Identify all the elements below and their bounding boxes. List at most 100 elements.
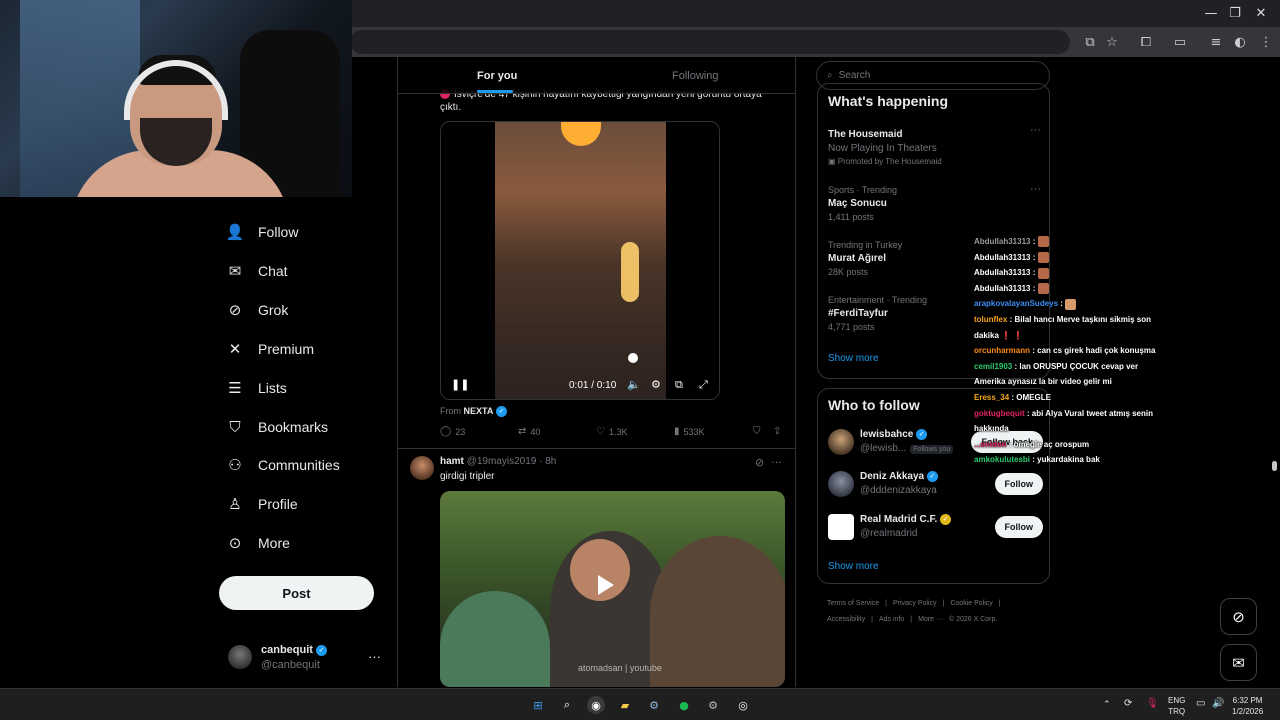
bookmark-button[interactable]: ⛉ <box>753 426 761 437</box>
like-button[interactable]: ♡ 1.3K <box>596 426 627 437</box>
fullscreen-icon[interactable]: ⤢ <box>699 378 708 392</box>
play-icon[interactable] <box>598 575 614 595</box>
trend-more-icon[interactable]: ··· <box>1030 124 1041 136</box>
show-more-link[interactable]: Show more <box>828 353 879 364</box>
reply-button[interactable]: ◯ 23 <box>440 426 465 437</box>
verified-badge-icon: ✓ <box>916 429 928 440</box>
tweet-time[interactable]: · 8h <box>539 456 556 467</box>
who-to-follow-title: Who to follow <box>828 397 920 413</box>
page-scrollbar[interactable] <box>1268 57 1280 688</box>
volume-slider-knob[interactable] <box>628 353 638 363</box>
account-more-icon[interactable]: ··· <box>368 649 381 664</box>
avatar[interactable] <box>410 456 434 480</box>
messages-floating-button[interactable]: ✉ <box>1220 644 1257 681</box>
nav-premium-label: Premium <box>258 341 315 357</box>
nav-grok-label: Grok <box>258 302 289 318</box>
clock[interactable]: 6:32 PM 1/2/2026 <box>1232 695 1263 717</box>
tweet-author-name[interactable]: hamt <box>440 456 464 467</box>
tweet-divider <box>398 448 795 449</box>
grok-floating-button[interactable]: ⊘ <box>1220 598 1257 635</box>
footer-privacy-link[interactable]: Privacy Policy <box>893 600 937 607</box>
footer-separator: | <box>910 616 913 623</box>
tray-chevron-icon[interactable]: ⌃ <box>1103 699 1111 710</box>
footer-more-link[interactable]: More ··· <box>918 616 943 623</box>
tab-for-you[interactable]: For you <box>477 57 517 94</box>
grok-icon: ⊘ <box>1232 607 1245 626</box>
video-person-right <box>650 536 785 687</box>
trend-item[interactable]: Sports · Trending Maç Sonucu 1,411 posts… <box>828 183 1043 222</box>
footer-terms-link[interactable]: Terms of Service <box>827 600 879 607</box>
screen-cast-icon[interactable]: ⧉ <box>1080 32 1100 52</box>
repost-button[interactable]: ⇄ 40 <box>518 426 540 437</box>
display-icon[interactable]: ▭ <box>1196 698 1205 709</box>
extensions-icon[interactable]: ⧠ <box>1136 32 1156 52</box>
nav-grok[interactable]: ⊘ Grok <box>226 296 289 324</box>
follow-button[interactable]: Follow <box>994 473 1043 495</box>
tab-following[interactable]: Following <box>672 57 718 94</box>
video-player[interactable]: ❚❚ 0:01 / 0:10 🔈 ⚙ ⧉ ⤢ <box>440 121 720 400</box>
pip-icon[interactable]: ⧉ <box>675 378 683 392</box>
x-logo-icon: ✕ <box>228 340 242 358</box>
reading-list-icon[interactable]: ≡ <box>1206 32 1226 52</box>
profile-icon[interactable]: ◐ <box>1230 32 1250 52</box>
language-indicator[interactable]: ENG TRQ <box>1168 695 1185 717</box>
nav-bookmarks[interactable]: ⛉ Bookmarks <box>226 413 328 441</box>
trend-item[interactable]: The Housemaid Now Playing In Theaters ▣ … <box>828 124 1043 166</box>
from-prefix: From <box>440 406 461 416</box>
add-person-icon: 👤 <box>225 223 245 241</box>
volume-icon[interactable]: 🔊 <box>1212 698 1224 709</box>
windows-icon[interactable]: ⊞ <box>529 696 547 714</box>
verified-gold-badge-icon: ✓ <box>940 514 952 525</box>
nav-communities[interactable]: ⚇ Communities <box>226 451 339 479</box>
chrome-icon[interactable]: ◉ <box>587 696 605 714</box>
more-icon[interactable]: ··· <box>771 456 782 469</box>
scrollbar-thumb[interactable] <box>1272 461 1277 471</box>
pause-icon[interactable]: ❚❚ <box>451 378 469 391</box>
post-button[interactable]: Post <box>219 576 374 610</box>
nav-profile[interactable]: ♙ Profile <box>226 490 297 518</box>
volume-icon[interactable]: 🔈 <box>627 378 641 391</box>
emote-icon <box>1065 298 1077 310</box>
network-sync-icon[interactable]: ⟳ <box>1124 698 1132 709</box>
suggestion-name-text: lewisbahce <box>860 429 914 441</box>
chat-message: tolunflex : Bilal hancı Merve taşkını si… <box>974 312 1164 343</box>
footer-cookie-link[interactable]: Cookie Policy <box>950 600 992 607</box>
emote-icon <box>1037 283 1049 295</box>
address-bar[interactable] <box>350 30 1070 54</box>
grok-icon[interactable]: ⊘ <box>755 456 764 469</box>
split-view-icon[interactable]: ▭ <box>1170 32 1190 52</box>
settings-icon[interactable]: ⚙ <box>704 696 722 714</box>
views-button[interactable]: ▮ 533K <box>674 426 705 437</box>
obs-icon[interactable]: ◎ <box>734 696 752 714</box>
nav-premium[interactable]: ✕ Premium <box>226 335 314 363</box>
account-switcher[interactable]: canbequit ✓ @canbequit ··· <box>228 643 388 673</box>
video-source[interactable]: From NEXTA ✓ <box>440 406 507 418</box>
follow-button[interactable]: Follow <box>994 516 1043 538</box>
follow-suggestion[interactable]: Real Madrid C.F. ✓ @realmadrid Follow <box>828 512 1043 544</box>
microphone-icon[interactable]: 🎙 <box>1146 698 1159 709</box>
trend-more-icon[interactable]: ··· <box>1030 183 1041 195</box>
folder-icon[interactable]: ▰ <box>616 696 634 714</box>
spotify-icon[interactable]: ● <box>675 696 693 714</box>
close-button[interactable]: ✕ <box>1238 0 1280 27</box>
nav-lists[interactable]: ☰ Lists <box>226 374 287 402</box>
search-icon[interactable]: ⌕ <box>558 696 576 714</box>
steam-icon[interactable]: ⚙ <box>645 696 663 714</box>
nav-chat[interactable]: ✉ Chat <box>226 257 288 285</box>
settings-icon[interactable]: ⚙ <box>651 378 661 391</box>
verified-badge-icon: ✓ <box>495 406 507 418</box>
star-icon[interactable]: ☆ <box>1102 32 1122 52</box>
follow-suggestion[interactable]: Deniz Akkaya ✓ @dddenizakkaya Follow <box>828 469 1043 501</box>
emote-icon <box>1037 236 1049 248</box>
menu-icon[interactable]: ⋮ <box>1256 32 1276 52</box>
show-more-link[interactable]: Show more <box>828 561 879 572</box>
nav-more[interactable]: ⊙ More <box>226 529 290 557</box>
video-thumbnail[interactable]: atomadsan | youtube <box>440 491 785 687</box>
footer-accessibility-link[interactable]: Accessibility <box>827 616 865 623</box>
nav-follow[interactable]: 👤 Follow <box>225 218 299 246</box>
tweet-author-handle[interactable]: @19mayis2019 <box>467 456 537 467</box>
footer-separator: | <box>942 600 945 607</box>
footer-ads-link[interactable]: Ads info <box>879 616 904 623</box>
share-button[interactable]: ⇪ <box>773 426 781 437</box>
footer-links: Terms of Service | Privacy Policy | Cookie P… <box>827 596 1047 628</box>
